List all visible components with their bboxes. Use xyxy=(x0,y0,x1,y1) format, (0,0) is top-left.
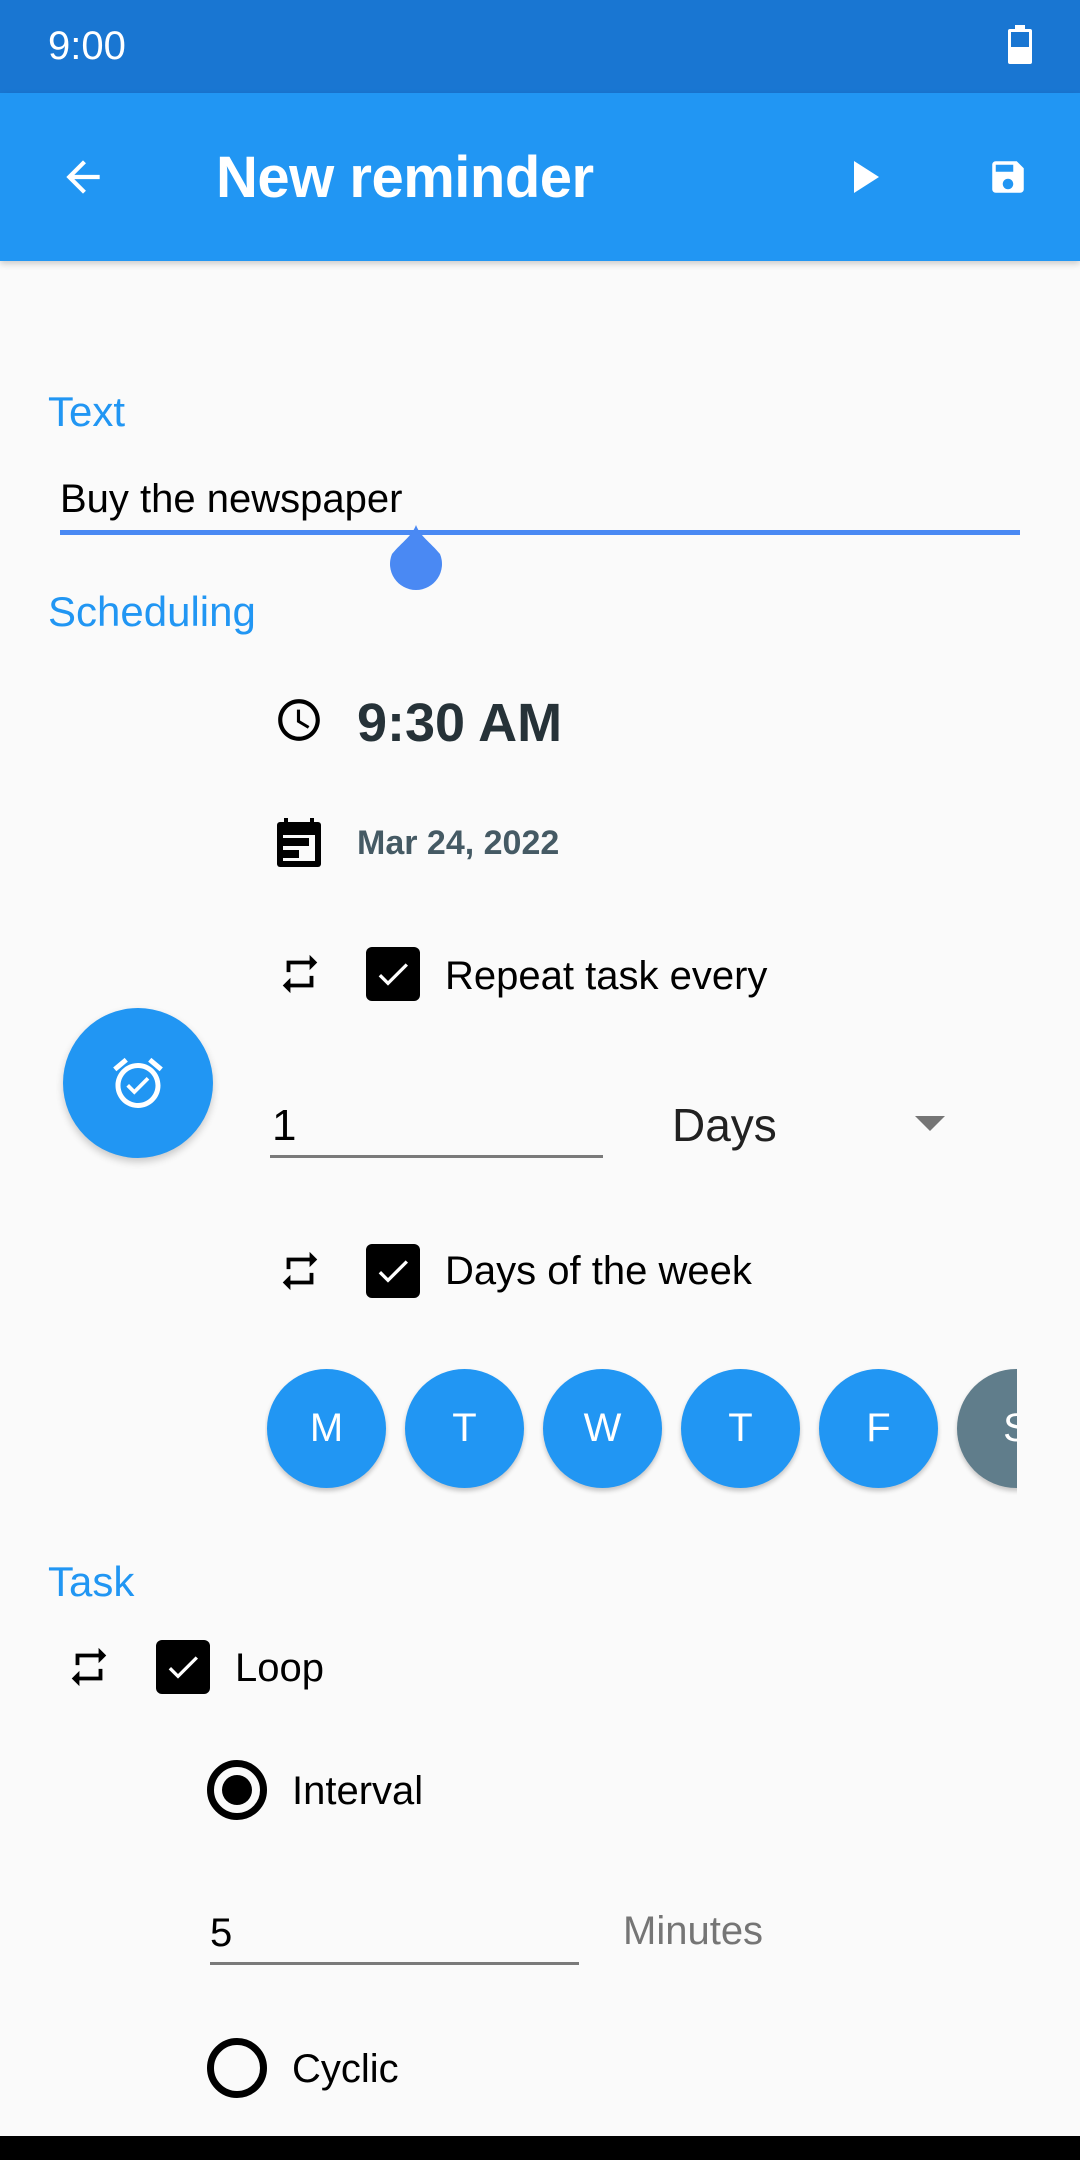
cyclic-radio[interactable] xyxy=(207,2038,267,2098)
repeat-interval-underline xyxy=(270,1155,603,1158)
interval-minutes-underline xyxy=(210,1962,579,1965)
repeat-task-label: Repeat task every xyxy=(445,954,768,998)
day-toggle-tuesday[interactable]: T xyxy=(405,1369,524,1488)
repeat-icon xyxy=(277,951,323,997)
text-input-underline xyxy=(60,530,1020,535)
repeat-unit-value: Days xyxy=(672,1099,777,1151)
days-of-week-selector: M T W T F S xyxy=(265,1360,1017,1500)
check-icon xyxy=(378,1260,408,1283)
battery-icon xyxy=(1008,25,1032,64)
day-toggle-wednesday[interactable]: W xyxy=(543,1369,662,1488)
cyclic-label: Cyclic xyxy=(292,2047,399,2091)
loop-label: Loop xyxy=(235,1646,324,1690)
page-title: New reminder xyxy=(216,145,594,210)
days-of-week-checkbox[interactable] xyxy=(366,1244,420,1298)
repeat-icon xyxy=(66,1644,112,1690)
status-bar xyxy=(0,0,1080,93)
save-icon xyxy=(992,161,1024,193)
radio-selected-dot xyxy=(222,1775,252,1805)
text-section-label: Text xyxy=(48,388,126,435)
check-icon xyxy=(168,1656,198,1679)
text-cursor-handle[interactable] xyxy=(386,522,446,598)
repeat-unit-dropdown[interactable]: Days xyxy=(660,1090,960,1160)
play-icon xyxy=(854,161,879,193)
calendar-icon xyxy=(276,818,322,868)
alarm-fab-button[interactable] xyxy=(63,1008,213,1158)
repeat-icon xyxy=(277,1248,323,1294)
alarm-check-icon xyxy=(113,1057,163,1108)
date-picker[interactable]: Mar 24, 2022 xyxy=(357,822,559,864)
day-toggle-friday[interactable]: F xyxy=(819,1369,938,1488)
dropdown-arrow-icon xyxy=(915,1116,945,1131)
scheduling-section-label: Scheduling xyxy=(48,588,256,635)
day-toggle-thursday[interactable]: T xyxy=(681,1369,800,1488)
save-button[interactable] xyxy=(968,137,1048,217)
day-toggle-monday[interactable]: M xyxy=(267,1369,386,1488)
back-button[interactable] xyxy=(43,137,123,217)
interval-unit-label: Minutes xyxy=(623,1909,764,1953)
clock-icon xyxy=(274,695,324,745)
status-time: 9:00 xyxy=(48,24,126,68)
task-section-label: Task xyxy=(48,1558,135,1605)
repeat-task-checkbox[interactable] xyxy=(366,947,420,1001)
reminder-text-input[interactable] xyxy=(60,468,1020,530)
repeat-interval-input[interactable] xyxy=(270,1098,603,1154)
interval-radio[interactable] xyxy=(207,1760,267,1820)
arrow-back-icon xyxy=(66,160,100,194)
interval-label: Interval xyxy=(292,1769,424,1813)
interval-minutes-input[interactable] xyxy=(210,1905,579,1961)
check-icon xyxy=(378,963,408,986)
loop-checkbox[interactable] xyxy=(156,1640,210,1694)
navigation-bar xyxy=(0,2136,1080,2160)
days-of-week-label: Days of the week xyxy=(445,1249,752,1293)
day-toggle-saturday[interactable]: S xyxy=(957,1369,1017,1488)
play-button[interactable] xyxy=(827,137,907,217)
time-picker[interactable]: 9:30 AM xyxy=(357,693,562,753)
